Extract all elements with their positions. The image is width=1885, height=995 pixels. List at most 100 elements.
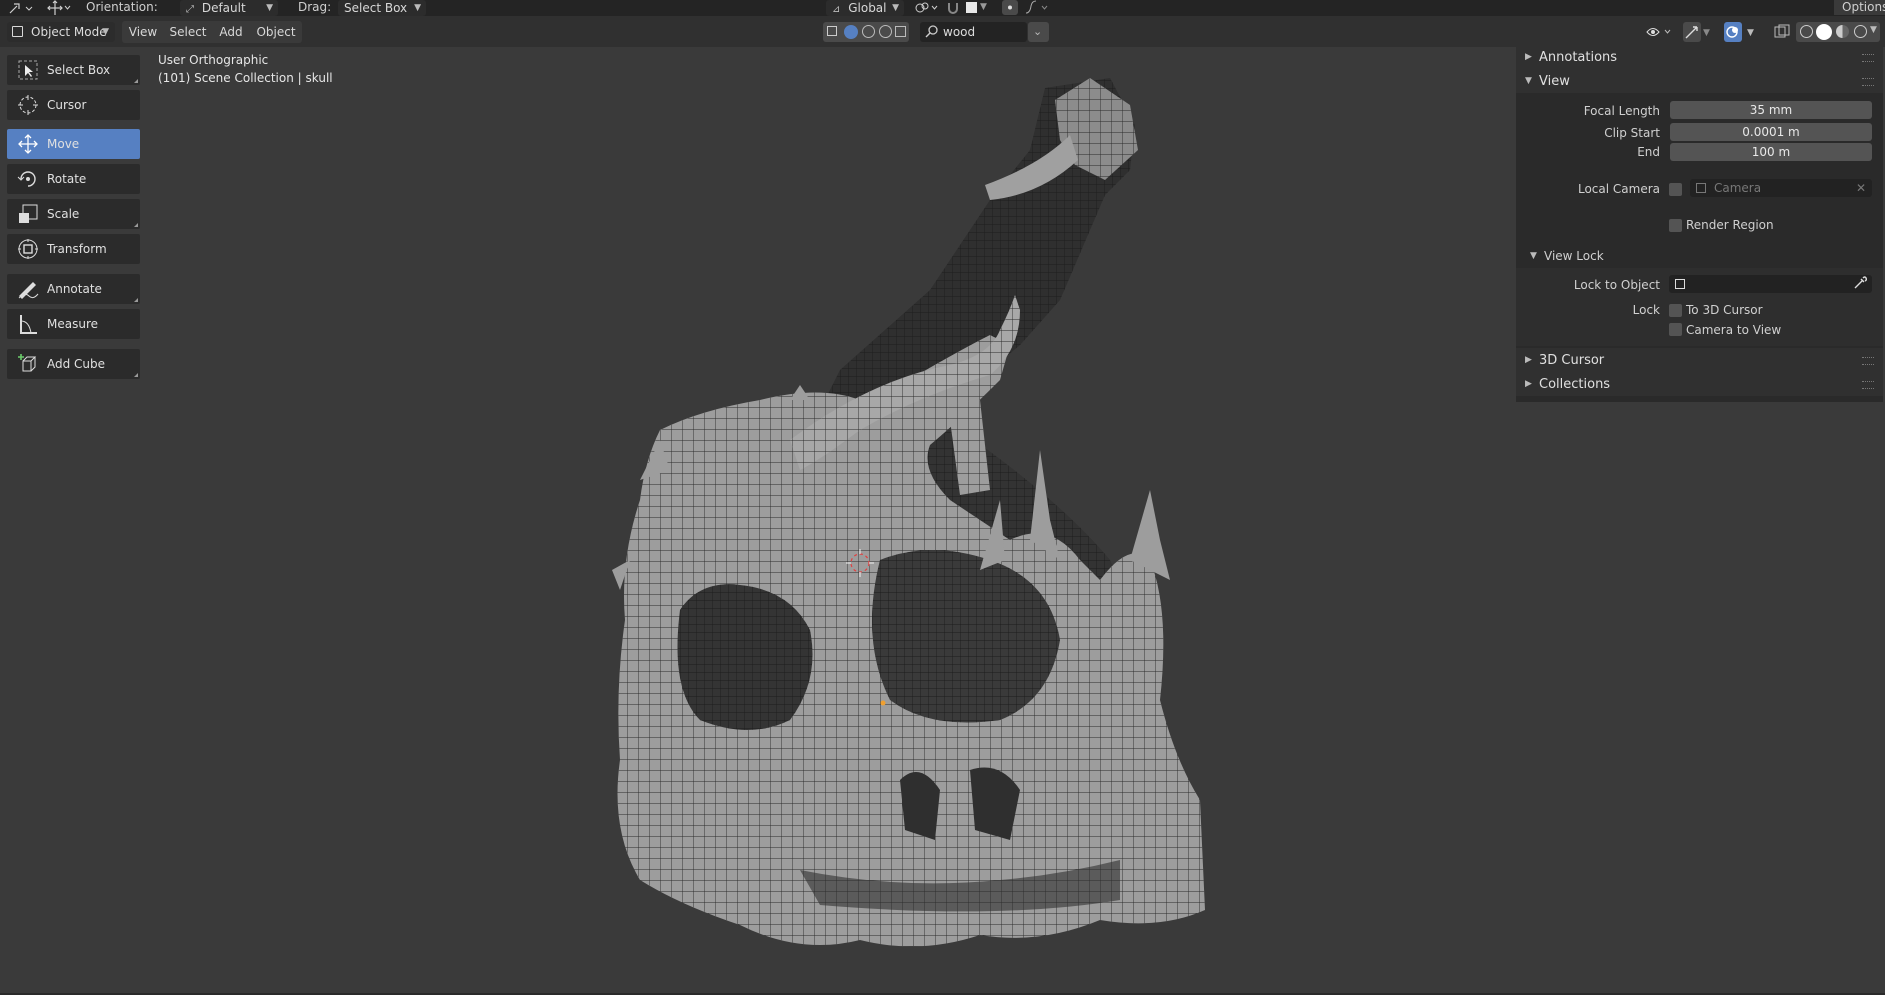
drag-handle-icon[interactable] <box>1862 357 1874 365</box>
clear-x-icon[interactable]: ✕ <box>1856 179 1866 197</box>
drag-value: Select Box <box>344 1 408 15</box>
snap-toggle-icon[interactable] <box>946 0 960 15</box>
transform-orientation-dropdown[interactable]: ⊿ Global ▼ <box>826 0 904 16</box>
tool-annotate[interactable]: Annotate <box>7 274 140 304</box>
skull-mesh <box>612 295 1205 947</box>
tool-cursor[interactable]: Cursor <box>7 90 140 120</box>
overlay-toggle-icon[interactable] <box>1724 22 1742 42</box>
lock-to-object-field[interactable] <box>1669 275 1872 293</box>
visibility-dropdown[interactable] <box>1645 22 1675 42</box>
material-icon[interactable] <box>862 25 875 38</box>
drag-label: Drag: <box>298 0 332 14</box>
select-box-icon <box>17 59 39 81</box>
clip-end-label: End <box>1637 145 1660 159</box>
snap-element-icon[interactable] <box>966 2 977 13</box>
panel-view-header[interactable]: ▼ View <box>1516 69 1883 93</box>
object-icon <box>1675 279 1685 289</box>
move-icon <box>17 133 39 155</box>
orientation-icon: ⤢ <box>186 4 194 15</box>
panel-title: 3D Cursor <box>1539 352 1605 368</box>
mode-dropdown[interactable]: Object Mode ▼ <box>7 22 115 42</box>
menu-object[interactable]: Object <box>250 21 302 43</box>
eyedropper-icon[interactable] <box>1853 276 1868 295</box>
to-3d-cursor-label: To 3D Cursor <box>1686 303 1763 317</box>
move-gizmo-icon[interactable] <box>46 0 72 16</box>
chevron-down-icon: ▼ <box>102 27 109 37</box>
chevron-down-icon[interactable]: ▼ <box>1703 28 1710 38</box>
tool-rotate[interactable]: Rotate <box>7 164 140 194</box>
tool-select-box[interactable]: Select Box <box>7 55 140 85</box>
drag-handle-icon[interactable] <box>1862 381 1874 389</box>
chevron-down-icon[interactable]: ▼ <box>980 2 987 12</box>
clip-start-field[interactable]: 0.0001 m <box>1670 123 1872 141</box>
filter-icons-group <box>823 22 909 42</box>
tool-label: Scale <box>47 207 80 221</box>
tool-move[interactable]: Move <box>7 129 140 159</box>
drag-handle-icon[interactable] <box>1862 78 1874 86</box>
pivot-point-dropdown[interactable] <box>912 0 940 15</box>
shading-solid-icon[interactable] <box>844 25 858 39</box>
tool-options-corner-icon <box>134 223 138 227</box>
view-lock-subpanel-header[interactable]: ▼ View Lock <box>1530 245 1604 267</box>
to-3d-cursor-checkbox[interactable] <box>1669 304 1682 317</box>
viewport-menu-bar: View Select Add Object <box>122 21 302 43</box>
tool-label: Rotate <box>47 172 87 186</box>
falloff-dropdown[interactable] <box>1024 0 1052 15</box>
clip-end-field[interactable]: 100 m <box>1670 143 1872 161</box>
chevron-down-icon: ▼ <box>414 3 421 13</box>
tool-transform[interactable]: Transform <box>7 234 140 264</box>
wireframe-shading-icon[interactable] <box>1800 25 1813 38</box>
drag-dropdown[interactable]: Select Box ▼ <box>338 0 426 16</box>
annotate-icon <box>17 278 39 300</box>
chevron-down-icon[interactable]: ▼ <box>1747 28 1754 38</box>
local-camera-checkbox[interactable] <box>1669 183 1682 196</box>
drag-handle-icon[interactable] <box>1862 54 1874 62</box>
chevron-down-icon: ⌄ <box>1033 25 1043 38</box>
lock-label: Lock <box>1632 303 1660 317</box>
mode-value: Object Mode <box>31 25 107 39</box>
chevron-down-icon: ▼ <box>266 3 273 13</box>
orientation-value: Default <box>201 1 246 15</box>
editor-type-icon[interactable] <box>8 1 34 15</box>
search-icon <box>925 24 939 41</box>
search-field[interactable]: wood <box>920 22 1027 42</box>
xray-toggle-icon[interactable] <box>1773 23 1791 41</box>
focal-length-field[interactable]: 35 mm <box>1670 101 1872 119</box>
options-button[interactable]: Options <box>1834 0 1885 15</box>
solid-shading-icon[interactable] <box>1816 24 1832 40</box>
chevron-down-icon: ▼ <box>892 3 899 13</box>
lock-to-object-label: Lock to Object <box>1573 278 1660 292</box>
options-label: Options <box>1842 0 1885 14</box>
tool-add-cube[interactable]: Add Cube <box>7 349 140 379</box>
tool-scale[interactable]: Scale <box>7 199 140 229</box>
panel-annotations-header[interactable]: ▶ Annotations <box>1516 45 1883 69</box>
proportional-edit-icon[interactable] <box>1002 0 1018 15</box>
search-options-dropdown[interactable]: ⌄ <box>1028 22 1049 42</box>
tool-measure[interactable]: Measure <box>7 309 140 339</box>
expanded-arrow-icon: ▼ <box>1525 76 1532 86</box>
menu-view[interactable]: View <box>122 21 164 43</box>
transform-icon <box>17 238 39 260</box>
gizmo-toggle-icon[interactable] <box>1683 22 1701 42</box>
grid-texture-icon[interactable] <box>895 26 906 37</box>
material-shading-icon[interactable] <box>1836 25 1849 38</box>
panel-title: Collections <box>1539 376 1611 392</box>
menu-select[interactable]: Select <box>164 21 212 43</box>
tool-label: Annotate <box>47 282 102 296</box>
collapsed-arrow-icon: ▶ <box>1525 355 1532 365</box>
tool-options-corner-icon <box>134 298 138 302</box>
texture-icon[interactable] <box>879 25 892 38</box>
panel-3d-cursor-header[interactable]: ▶ 3D Cursor <box>1516 348 1883 372</box>
render-region-checkbox[interactable] <box>1669 219 1682 232</box>
chevron-down-icon[interactable]: ▼ <box>1870 25 1877 35</box>
collapsed-arrow-icon: ▶ <box>1525 379 1532 389</box>
orientation-dropdown[interactable]: ⤢ Default ▼ <box>180 0 278 16</box>
global-axes-icon: ⊿ <box>832 4 841 15</box>
select-mode-icon[interactable] <box>827 26 837 36</box>
camera-object-field[interactable]: Camera ✕ <box>1690 179 1872 197</box>
menu-add[interactable]: Add <box>212 21 250 43</box>
rendered-shading-icon[interactable] <box>1854 25 1867 38</box>
panel-collections-header[interactable]: ▶ Collections <box>1516 372 1883 396</box>
orientation-label: Orientation: <box>86 0 158 14</box>
camera-to-view-checkbox[interactable] <box>1669 323 1682 336</box>
